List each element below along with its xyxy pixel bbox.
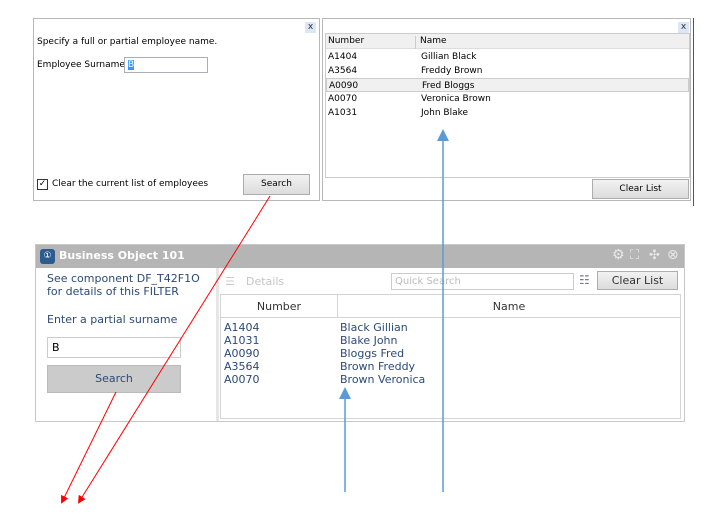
annotation-arrows bbox=[61, 129, 449, 504]
red-arrow bbox=[77, 195, 271, 504]
